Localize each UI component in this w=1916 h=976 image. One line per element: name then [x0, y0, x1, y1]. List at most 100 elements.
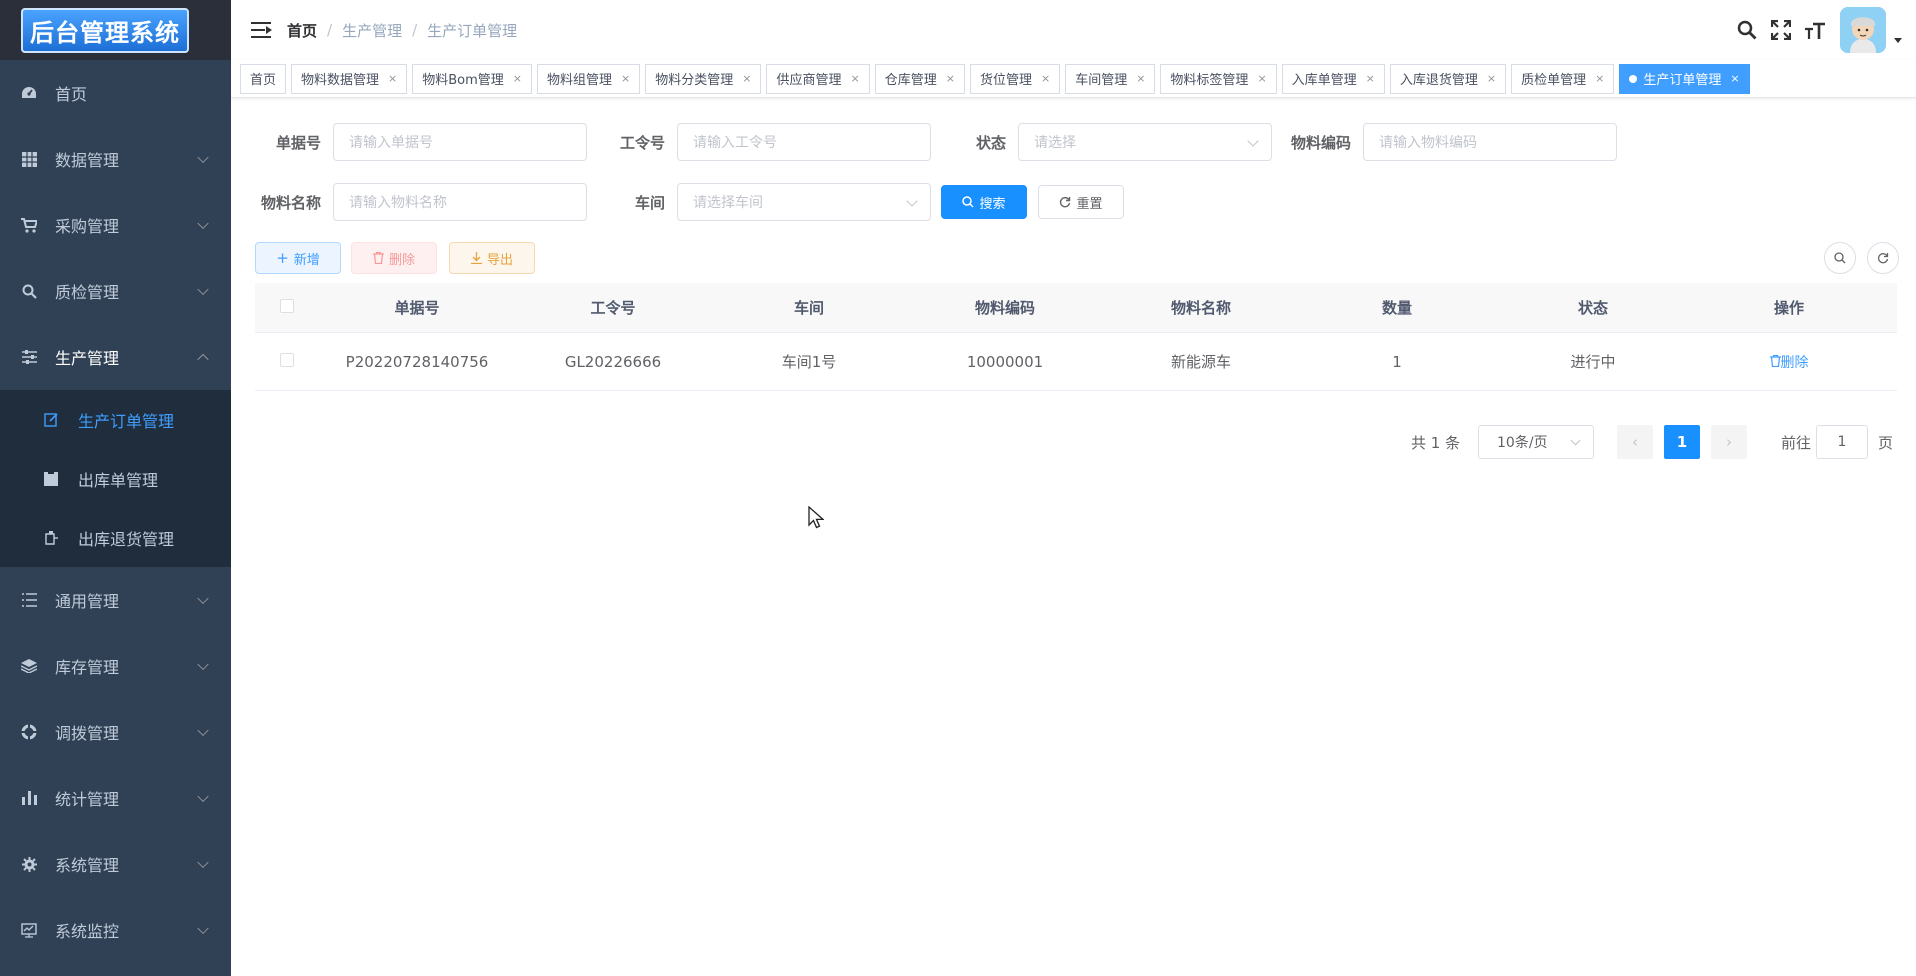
close-icon[interactable]: × [621, 72, 630, 85]
header-workshop[interactable]: 车间 [711, 297, 907, 318]
header-qty[interactable]: 数量 [1299, 297, 1495, 318]
table-row[interactable]: P20220728140756 GL20226666 车间1号 10000001… [255, 333, 1897, 391]
sidebar-subitem-label: 出库退货管理 [78, 529, 175, 549]
tag-warehouse[interactable]: 仓库管理 × [874, 63, 965, 94]
tag-production-order[interactable]: 生产订单管理 × [1619, 63, 1750, 94]
transfer-icon [20, 723, 38, 741]
chevron-down-icon [197, 592, 209, 605]
header-order-no[interactable]: 单据号 [319, 297, 515, 318]
sidebar-item-transfer[interactable]: 调拨管理 [0, 699, 231, 765]
cell-workshop: 车间1号 [781, 353, 837, 371]
tag-material-bom[interactable]: 物料Bom管理 × [412, 63, 533, 94]
tag-location[interactable]: 货位管理 × [969, 63, 1061, 94]
close-icon[interactable]: × [851, 72, 860, 85]
search-icon[interactable] [1730, 13, 1764, 47]
page-number-1[interactable]: 1 [1664, 425, 1700, 459]
goto-page-input[interactable]: 1 [1816, 425, 1868, 459]
bar-chart-icon [20, 789, 38, 807]
breadcrumb-home[interactable]: 首页 [287, 20, 317, 41]
sidebar-item-general[interactable]: 通用管理 [0, 567, 231, 633]
toggle-search-button[interactable] [1824, 242, 1856, 274]
chevron-down-icon[interactable] [1894, 37, 1902, 43]
close-icon[interactable]: × [1595, 72, 1604, 85]
tag-label: 生产订单管理 [1643, 73, 1722, 88]
tag-label: 物料组管理 [547, 73, 613, 88]
sidebar-subitem-production-order[interactable]: 生产订单管理 [0, 390, 231, 449]
fullscreen-icon[interactable] [1764, 13, 1798, 47]
sidebar-item-statistics[interactable]: 统计管理 [0, 765, 231, 831]
work-no-input[interactable]: 请输入工令号 [677, 123, 931, 161]
tag-quality-order[interactable]: 质检单管理 × [1511, 63, 1615, 94]
cart-icon [20, 216, 38, 234]
export-button[interactable]: 导出 [449, 242, 535, 274]
tag-material-category[interactable]: 物料分类管理 × [645, 63, 762, 94]
reset-button[interactable]: 重置 [1038, 185, 1124, 219]
sidebar-item-quality[interactable]: 质检管理 [0, 258, 231, 324]
material-name-input[interactable]: 请输入物料名称 [333, 183, 587, 221]
sidebar-item-system[interactable]: 系统管理 [0, 831, 231, 897]
hamburger-icon[interactable] [251, 21, 273, 39]
tag-material-group[interactable]: 物料组管理 × [537, 63, 641, 94]
sidebar-item-purchase[interactable]: 采购管理 [0, 192, 231, 258]
cell-material-name: 新能源车 [1170, 353, 1231, 371]
select-all-checkbox[interactable] [280, 298, 294, 313]
sidebar-item-label: 首页 [55, 85, 88, 104]
close-icon[interactable]: × [946, 72, 955, 85]
dashboard-icon [20, 84, 38, 102]
close-icon[interactable]: × [1136, 72, 1145, 85]
logo[interactable]: 后台管理系统 [0, 0, 231, 60]
close-icon[interactable]: × [513, 72, 522, 85]
sidebar-item-home[interactable]: 首页 [0, 60, 231, 126]
material-code-input[interactable]: 请输入物料编码 [1363, 123, 1617, 161]
header-material-name[interactable]: 物料名称 [1103, 297, 1299, 318]
tag-inbound[interactable]: 入库单管理 × [1281, 63, 1385, 94]
workshop-select[interactable]: 请选择车间 [677, 183, 931, 221]
tag-material-data[interactable]: 物料数据管理 × [291, 63, 408, 94]
add-button[interactable]: + 新增 [255, 242, 341, 274]
close-icon[interactable]: × [1257, 72, 1266, 85]
prev-page-button[interactable]: ‹ [1617, 425, 1653, 459]
header-material-code[interactable]: 物料编码 [907, 297, 1103, 318]
refresh-button[interactable] [1867, 242, 1899, 274]
order-no-input[interactable]: 请输入单据号 [333, 123, 587, 161]
tag-workshop[interactable]: 车间管理 × [1065, 63, 1156, 94]
reset-button-label: 重置 [1076, 196, 1103, 212]
search-button[interactable]: 搜索 [941, 185, 1027, 219]
sidebar-item-label: 生产管理 [55, 349, 120, 368]
sidebar-item-inventory[interactable]: 库存管理 [0, 633, 231, 699]
material-name-label: 物料名称 [260, 193, 321, 212]
delete-button[interactable]: 删除 [351, 242, 437, 274]
sidebar-item-monitor[interactable]: 系统监控 [0, 897, 231, 963]
header-status[interactable]: 状态 [1495, 297, 1691, 318]
close-icon[interactable]: × [1487, 72, 1496, 85]
pagination: 共 1 条 10条/页 ‹ 1 › 前往 1 页 [231, 425, 1916, 459]
status-select[interactable]: 请选择 [1018, 123, 1272, 161]
tag-supplier[interactable]: 供应商管理 × [766, 63, 870, 94]
sidebar-item-production[interactable]: 生产管理 [0, 324, 231, 390]
close-icon[interactable]: × [742, 72, 751, 85]
row-select-cell [255, 352, 319, 371]
row-delete-button[interactable]: 删除 [1769, 354, 1809, 371]
search-button-label: 搜索 [979, 196, 1006, 212]
close-icon[interactable]: × [388, 72, 397, 85]
close-icon[interactable]: × [1366, 72, 1375, 85]
avatar[interactable] [1840, 7, 1886, 53]
tag-inbound-return[interactable]: 入库退货管理 × [1389, 63, 1507, 94]
download-icon [470, 252, 482, 264]
font-size-icon[interactable] [1798, 13, 1832, 47]
page-size-select[interactable]: 10条/页 [1478, 425, 1594, 459]
next-page-button[interactable]: › [1711, 425, 1747, 459]
close-icon[interactable]: × [1730, 72, 1739, 85]
tag-home[interactable]: 首页 [240, 63, 287, 94]
row-checkbox[interactable] [280, 352, 294, 367]
sidebar-subitem-outbound-return[interactable]: 出库退货管理 [0, 508, 231, 567]
trash-icon [1769, 354, 1781, 367]
tag-label: 供应商管理 [776, 73, 842, 88]
close-icon[interactable]: × [1041, 72, 1050, 85]
chevron-down-icon [906, 195, 918, 207]
tag-material-label[interactable]: 物料标签管理 × [1160, 63, 1277, 94]
return-icon [43, 530, 59, 546]
sidebar-subitem-outbound[interactable]: 出库单管理 [0, 449, 231, 508]
sidebar-item-data[interactable]: 数据管理 [0, 126, 231, 192]
header-work-no[interactable]: 工令号 [515, 297, 711, 318]
